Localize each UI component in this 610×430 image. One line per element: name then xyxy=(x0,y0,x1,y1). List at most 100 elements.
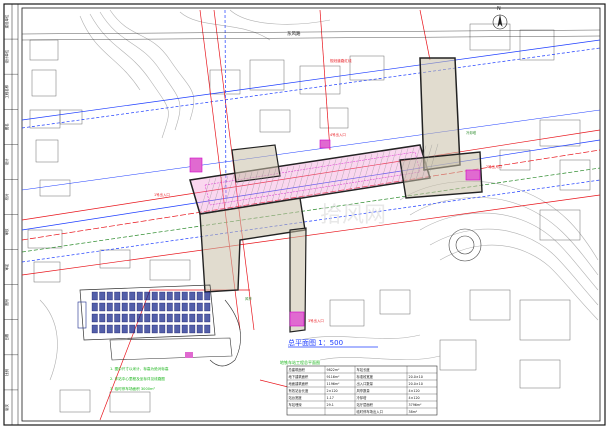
entrance-label-2: 2号出入口 xyxy=(486,164,502,169)
parking-stall xyxy=(151,302,158,312)
stats-table: 总建筑面积 9822m² 车站长度地下建筑面积 9116m² 标准段宽度 20.0×10 地… xyxy=(286,365,438,416)
parking-stall xyxy=(196,313,203,323)
parking-stall xyxy=(106,291,113,301)
parking-stall xyxy=(166,291,173,301)
table-cell: 4×120 xyxy=(409,389,420,393)
strip-label: 图名 xyxy=(4,123,9,130)
parking-stall xyxy=(174,291,181,301)
parking-stall xyxy=(114,302,121,312)
parking-stall xyxy=(196,324,203,334)
left-title-strip: 建设单位设计单位工程名称图名设计校对审核审定图号日期比例版次 xyxy=(4,3,19,425)
plan-title: 总平面图 1：500 xyxy=(288,338,343,347)
table-cell: 1.17 xyxy=(327,396,334,400)
table-cell: 车站长度 xyxy=(357,367,371,372)
parking-stall xyxy=(121,313,128,323)
parking-stall xyxy=(99,324,106,334)
parking-stall xyxy=(189,291,196,301)
parking-stall xyxy=(91,324,98,334)
parking-stall xyxy=(129,291,136,301)
parking-stall xyxy=(121,291,128,301)
table-cell: 38m² xyxy=(409,410,418,414)
parking-stall xyxy=(99,313,106,323)
table-cell: 风亭数量 xyxy=(357,388,371,393)
table-cell: 站厅层面积 xyxy=(357,402,374,407)
parking-stall xyxy=(106,324,113,334)
parking-stall xyxy=(196,302,203,312)
parking-stall xyxy=(174,302,181,312)
strip-label: 建设单位 xyxy=(4,14,9,28)
parking-stall xyxy=(204,313,211,323)
strip-label: 版次 xyxy=(4,403,9,410)
parking-stall xyxy=(144,324,151,334)
parking-stall xyxy=(144,313,151,323)
parking-stall xyxy=(114,324,121,334)
parking-stall xyxy=(189,302,196,312)
note-1: 1. 图中尺寸以米计，标高为绝对标高 xyxy=(110,366,169,371)
parking-stall xyxy=(159,291,166,301)
table-cell: 2×120 xyxy=(327,389,338,393)
site-plan-drawing: 建设单位设计单位工程名称图名设计校对审核审定图号日期比例版次 N 东风路 规划道… xyxy=(3,3,606,426)
parking-stall xyxy=(166,324,173,334)
parking-stall xyxy=(151,313,158,323)
parking-stall xyxy=(159,313,166,323)
table-cell: 29.1 xyxy=(327,403,334,407)
strip-label: 图号 xyxy=(4,298,9,305)
parking-stall xyxy=(181,291,188,301)
parking-stall xyxy=(121,324,128,334)
strip-label: 日期 xyxy=(4,333,9,340)
table-cell: 地面建筑面积 xyxy=(289,381,309,386)
table-cell: 地下建筑面积 xyxy=(289,374,309,379)
roundabout-feature xyxy=(448,228,482,262)
table-cell: 出入口数量 xyxy=(357,381,374,386)
table-cell: 9822m² xyxy=(327,368,341,372)
parking-stall xyxy=(166,313,173,323)
parking-stall xyxy=(136,291,143,301)
plan-subtitle: 地铁车站工程总平面图 xyxy=(280,359,320,365)
table-cell: 1196m² xyxy=(327,382,341,386)
parking-stall xyxy=(121,302,128,312)
entrance-label-4: 4号出入口 xyxy=(330,132,346,137)
parking-stall xyxy=(151,291,158,301)
parking-stall xyxy=(144,291,151,301)
parking-stall xyxy=(114,313,121,323)
table-cell: 9116m² xyxy=(327,375,341,379)
strip-label: 审核 xyxy=(4,228,9,235)
parking-stall xyxy=(91,313,98,323)
parking-stall xyxy=(114,291,121,301)
table-cell: 标准段宽度 xyxy=(357,374,374,379)
note-3: 3. 临时停车场面积 3000m² xyxy=(110,386,156,391)
parking-stall xyxy=(129,313,136,323)
strip-label: 审定 xyxy=(4,263,9,270)
parking-stall xyxy=(181,324,188,334)
station-body xyxy=(189,57,483,333)
table-cell: 车站埋深 xyxy=(289,402,303,407)
table-cell: 总建筑面积 xyxy=(289,367,306,372)
parking-stall xyxy=(136,324,143,334)
parking-stall xyxy=(159,302,166,312)
table-cell: 站台宽度 xyxy=(289,395,303,400)
table-cell: 有效站台长度 xyxy=(289,388,309,393)
drawing-sheet: 建设单位 设计单位 工程名称 图名 设计 校对 审核 审定 图号 日期 比例 版次 xyxy=(0,0,610,430)
strip-label: 工程名称 xyxy=(4,84,9,98)
parking-stall xyxy=(159,324,166,334)
parking-stall xyxy=(181,302,188,312)
parking-stall xyxy=(204,291,211,301)
parking-stall xyxy=(129,302,136,312)
strip-label: 设计单位 xyxy=(4,49,9,63)
parking-stall xyxy=(136,313,143,323)
parking-stall xyxy=(106,302,113,312)
parking-stall xyxy=(204,302,211,312)
parking-stall xyxy=(99,302,106,312)
vent-pavilion-label: 风亭 xyxy=(245,296,252,301)
parking-stall xyxy=(204,324,211,334)
table-cell: 冷却塔 xyxy=(357,395,368,400)
parking-stall xyxy=(196,291,203,301)
strip-label: 比例 xyxy=(4,368,9,375)
table-cell: 临时停车场出入口 xyxy=(357,409,383,414)
parking-stall xyxy=(129,324,136,334)
table-cell: 3796m² xyxy=(409,403,423,407)
note-2: 2. 车站中心里程及坐标详见线路图 xyxy=(110,376,165,381)
road-red-line-label: 规划道路红线 xyxy=(330,58,352,63)
notes-block: 1. 图中尺寸以米计，标高为绝对标高 2. 车站中心里程及坐标详见线路图 3. … xyxy=(110,366,169,391)
parking-stall xyxy=(174,324,181,334)
